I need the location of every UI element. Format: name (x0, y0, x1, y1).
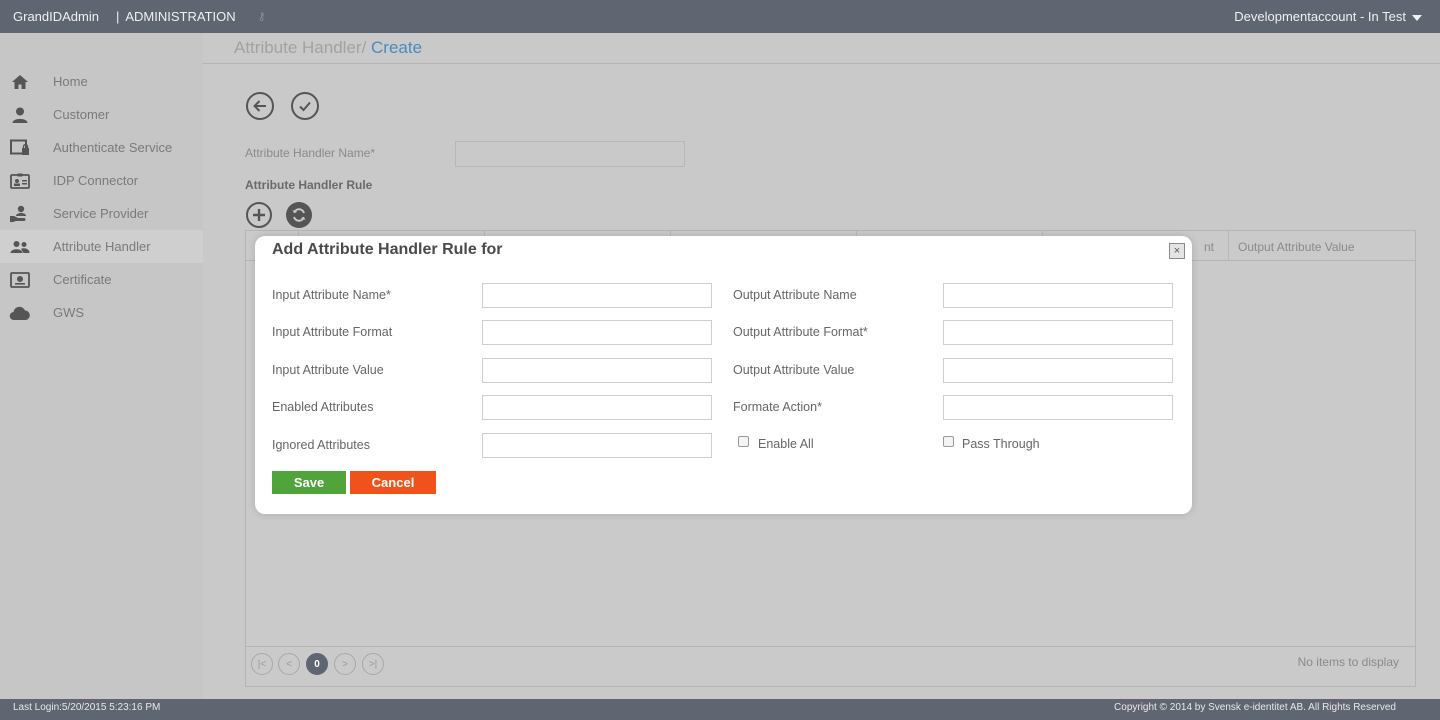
input-attribute-value-field[interactable] (482, 358, 712, 383)
sidebar-item-label: IDP Connector (53, 173, 139, 188)
formate-action-field[interactable] (943, 395, 1173, 420)
ignored-attributes-label: Ignored Attributes (272, 438, 370, 452)
cloud-icon (9, 304, 31, 322)
input-attribute-format-label: Input Attribute Format (272, 325, 393, 339)
hand-user-icon (9, 205, 31, 223)
empty-grid-text: No items to display (1297, 655, 1399, 669)
user-icon (9, 106, 31, 124)
dialog-title: Add Attribute Handler Rule for (272, 241, 503, 258)
refresh-button[interactable] (286, 202, 312, 228)
input-attribute-format-field[interactable] (482, 320, 712, 345)
current-page[interactable]: 0 (306, 653, 328, 675)
input-attribute-value-label: Input Attribute Value (272, 363, 384, 377)
last-page-button[interactable]: >| (362, 653, 384, 675)
close-icon[interactable]: × (1169, 243, 1185, 259)
sidebar-item-label: Home (53, 74, 88, 89)
sidebar: Home Customer Authenticate Service IDP C… (0, 33, 203, 699)
prev-page-button[interactable]: < (278, 653, 300, 675)
breadcrumb-parent[interactable]: Attribute Handler/ (234, 38, 366, 57)
id-card-icon (9, 172, 31, 190)
enabled-attributes-field[interactable] (482, 395, 712, 420)
column-header-output-attribute-value[interactable]: Output Attribute Value (1238, 240, 1355, 254)
sidebar-item-service-provider[interactable]: Service Provider (0, 197, 203, 230)
check-icon (299, 101, 311, 112)
brand-separator: | (115, 9, 120, 24)
top-bar: GrandIDAdmin | ADMINISTRATION ⚷ Developm… (0, 0, 1440, 33)
breadcrumb: Attribute Handler/ Create (234, 38, 422, 58)
sidebar-item-attribute-handler[interactable]: Attribute Handler (0, 230, 203, 263)
sidebar-item-label: Attribute Handler (53, 239, 151, 254)
certificate-icon (9, 271, 31, 289)
output-attribute-name-label: Output Attribute Name (733, 288, 857, 302)
users-icon (9, 238, 31, 256)
pass-through-label: Pass Through (962, 437, 1040, 451)
input-attribute-name-field[interactable] (482, 283, 712, 308)
add-rule-button[interactable] (246, 202, 272, 228)
cancel-button[interactable]: Cancel (350, 471, 436, 494)
sidebar-item-label: Service Provider (53, 206, 149, 221)
account-menu[interactable]: Developmentaccount - In Test (1234, 0, 1422, 33)
input-attribute-name-label: Input Attribute Name* (272, 288, 391, 302)
grid-pager: |< < 0 > >| No items to display (246, 646, 1415, 686)
sidebar-item-customer[interactable]: Customer (0, 98, 203, 131)
column-header-partial[interactable]: nt (1204, 240, 1214, 254)
rule-section-title: Attribute Handler Rule (245, 178, 373, 192)
last-login: Last Login:5/20/2015 5:23:16 PM (13, 702, 161, 713)
enable-all-checkbox[interactable] (738, 436, 749, 447)
chevron-down-icon (1412, 14, 1422, 21)
key-icon[interactable]: ⚷ (258, 10, 266, 23)
sidebar-item-idp-connector[interactable]: IDP Connector (0, 164, 203, 197)
lock-window-icon (9, 139, 31, 157)
sidebar-item-certificate[interactable]: Certificate (0, 263, 203, 296)
sidebar-item-label: Customer (53, 107, 110, 122)
output-attribute-value-field[interactable] (943, 358, 1173, 383)
add-rule-dialog: Add Attribute Handler Rule for × Input A… (255, 236, 1192, 514)
formate-action-label: Formate Action* (733, 400, 822, 414)
refresh-icon (292, 208, 306, 222)
ignored-attributes-field[interactable] (482, 433, 712, 458)
save-button[interactable]: Save (272, 471, 346, 494)
sidebar-item-label: Authenticate Service (53, 140, 173, 155)
breadcrumb-current: Create (366, 38, 423, 57)
brand-name[interactable]: GrandIDAdmin (13, 9, 99, 24)
first-page-button[interactable]: |< (251, 653, 273, 675)
enabled-attributes-label: Enabled Attributes (272, 400, 374, 414)
confirm-button[interactable] (291, 92, 319, 120)
breadcrumb-divider (203, 63, 1440, 64)
sidebar-item-label: GWS (53, 305, 85, 320)
output-attribute-format-field[interactable] (943, 320, 1173, 345)
section-title: ADMINISTRATION (125, 9, 236, 24)
pass-through-checkbox[interactable] (943, 436, 954, 447)
sidebar-item-gws[interactable]: GWS (0, 296, 203, 329)
output-attribute-value-label: Output Attribute Value (733, 363, 855, 377)
sidebar-item-authenticate-service[interactable]: Authenticate Service (0, 131, 203, 164)
plus-icon (253, 209, 265, 221)
footer: Last Login:5/20/2015 5:23:16 PM Copyrigh… (0, 699, 1440, 720)
back-button[interactable] (246, 92, 274, 120)
output-attribute-format-label: Output Attribute Format* (733, 325, 868, 339)
home-icon (9, 73, 31, 91)
handler-name-label: Attribute Handler Name* (245, 146, 376, 160)
account-name: Developmentaccount - In Test (1234, 9, 1406, 24)
sidebar-item-home[interactable]: Home (0, 65, 203, 98)
output-attribute-name-field[interactable] (943, 283, 1173, 308)
sidebar-item-label: Certificate (53, 272, 112, 287)
handler-name-input[interactable] (455, 141, 685, 167)
next-page-button[interactable]: > (334, 653, 356, 675)
enable-all-label: Enable All (758, 437, 814, 451)
arrow-left-icon (253, 100, 266, 112)
copyright: Copyright © 2014 by Svensk e-identitet A… (1114, 702, 1396, 713)
column-divider (1228, 231, 1229, 261)
